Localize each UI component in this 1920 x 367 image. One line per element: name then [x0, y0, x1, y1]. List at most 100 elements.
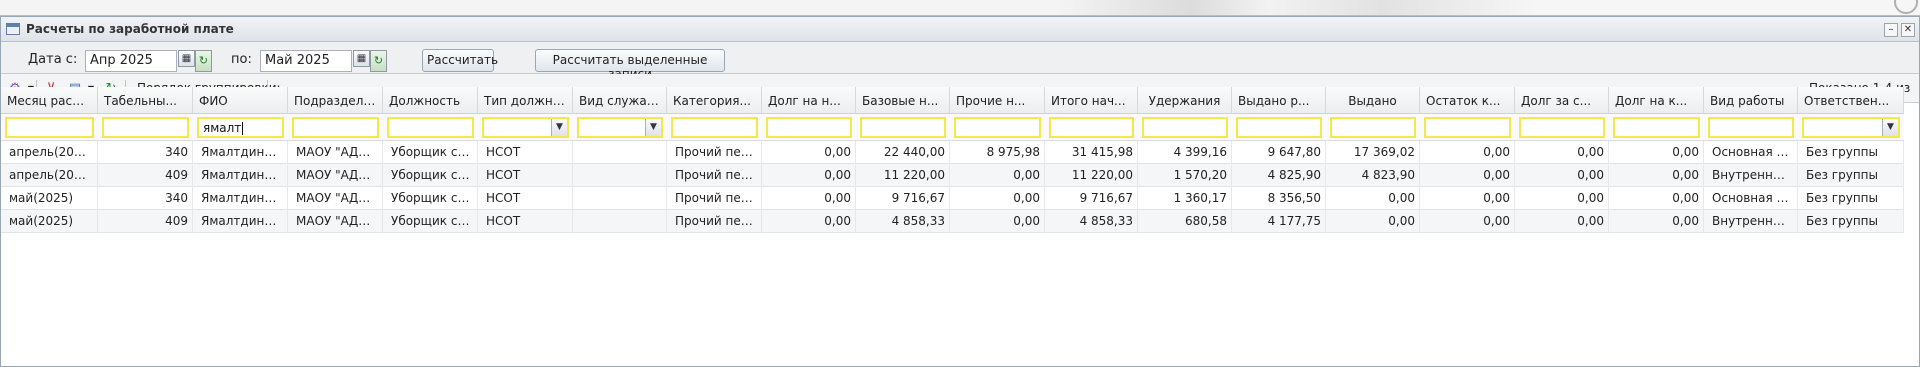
column-header[interactable]: Удержания — [1138, 87, 1232, 114]
column-filter-input[interactable] — [1049, 117, 1134, 138]
table-cell: 4 177,75 — [1232, 210, 1326, 233]
table-cell: МАОУ "АДЫ... — [288, 164, 383, 187]
table-cell: 9 647,80 — [1232, 141, 1326, 164]
column-header[interactable]: Выдано р... — [1232, 87, 1326, 114]
column-filter-input[interactable] — [954, 117, 1041, 138]
date-from-field[interactable]: Апр 2025 — [85, 50, 177, 72]
table-cell: 340 — [98, 187, 193, 210]
table-cell: 1 360,17 — [1138, 187, 1232, 210]
table-cell: 4 399,16 — [1138, 141, 1232, 164]
column-filter-input[interactable] — [387, 117, 474, 138]
table-cell: 0,00 — [762, 141, 856, 164]
table-row[interactable]: май(2025) 409 Ямалтдинов... МАОУ "АДЫ... Убо… — [1, 210, 1904, 233]
column-filter-input[interactable] — [766, 117, 852, 138]
calculate-selected-button[interactable]: Рассчитать выделенные записи — [535, 49, 725, 81]
table-cell: 0,00 — [1609, 210, 1704, 233]
table-cell: май(2025) — [1, 187, 98, 210]
table-cell: 0,00 — [762, 210, 856, 233]
column-header[interactable]: Месяц расче... — [1, 87, 98, 114]
chevron-down-icon[interactable]: ▼ — [1882, 119, 1898, 136]
column-filter-input[interactable] — [1142, 117, 1228, 138]
column-filter-input[interactable] — [671, 117, 758, 138]
column-header[interactable]: ФИО — [193, 87, 288, 114]
column-header[interactable]: Долг на н... — [762, 87, 856, 114]
table-cell: Внутреннее ... — [1704, 210, 1798, 233]
close-icon[interactable]: ✕ — [1901, 23, 1915, 37]
column-filter-input[interactable]: ▼ — [482, 117, 569, 138]
table-cell: 409 — [98, 210, 193, 233]
table-cell: 22 440,00 — [856, 141, 950, 164]
column-header[interactable]: Должность — [383, 87, 478, 114]
table-cell: Прочий перс... — [667, 164, 762, 187]
column-header[interactable]: Ответствен... — [1798, 87, 1904, 114]
table-cell: НСОТ — [478, 187, 573, 210]
refresh-date-icon[interactable]: ↻ — [370, 50, 387, 72]
table-cell: Основная ра... — [1704, 141, 1798, 164]
table-cell: 0,00 — [950, 164, 1045, 187]
column-header[interactable]: Остаток к... — [1420, 87, 1515, 114]
table-cell — [573, 141, 667, 164]
desktop-top-strip — [0, 0, 1920, 16]
table-row[interactable]: май(2025) 340 Ямалтдинов... МАОУ "АДЫ... Убо… — [1, 187, 1904, 210]
table-cell: Основная ра... — [1704, 187, 1798, 210]
calendar-icon[interactable]: ▦ — [178, 50, 195, 67]
column-header[interactable]: Итого нач... — [1045, 87, 1138, 114]
table-cell: 4 858,33 — [856, 210, 950, 233]
column-filter-input[interactable] — [1519, 117, 1605, 138]
column-header[interactable]: Табельны... — [98, 87, 193, 114]
table-cell: НСОТ — [478, 164, 573, 187]
table-cell — [573, 164, 667, 187]
chevron-down-icon[interactable]: ▼ — [645, 119, 661, 136]
calendar-icon[interactable]: ▦ — [353, 50, 370, 67]
table-cell: 4 825,90 — [1232, 164, 1326, 187]
table-cell: 9 716,67 — [1045, 187, 1138, 210]
column-filter-input[interactable] — [1613, 117, 1700, 138]
column-filter-input[interactable]: ▼ — [577, 117, 663, 138]
column-filter-input[interactable]: ▼ — [1802, 117, 1900, 138]
column-header[interactable]: Долг на к... — [1609, 87, 1704, 114]
table-cell: Ямалтдинов... — [193, 164, 288, 187]
table-row[interactable]: апрель(2025) 409 Ямалтдинов... МАОУ "АДЫ...… — [1, 164, 1904, 187]
column-header[interactable]: Базовые н... — [856, 87, 950, 114]
table-cell: 0,00 — [1326, 187, 1420, 210]
table-cell: Без группы — [1798, 141, 1904, 164]
table-cell: МАОУ "АДЫ... — [288, 187, 383, 210]
column-filter-input[interactable] — [292, 117, 379, 138]
refresh-date-icon[interactable]: ↻ — [195, 50, 212, 72]
column-filter-input[interactable] — [1330, 117, 1416, 138]
fio-filter-value: ямалт — [203, 121, 242, 135]
column-filter-input[interactable] — [860, 117, 946, 138]
column-filter-input[interactable] — [1424, 117, 1511, 138]
column-header[interactable]: Категория... — [667, 87, 762, 114]
minimize-icon[interactable]: – — [1884, 23, 1898, 37]
table-cell: 0,00 — [762, 164, 856, 187]
fio-filter-input[interactable]: ямалт — [197, 117, 284, 138]
table-cell: 9 716,67 — [856, 187, 950, 210]
column-filter-input[interactable] — [1236, 117, 1322, 138]
table-cell — [573, 210, 667, 233]
column-header[interactable]: Прочие н... — [950, 87, 1045, 114]
column-filter-input[interactable] — [1708, 117, 1794, 138]
table-row[interactable]: апрель(2025) 340 Ямалтдинов... МАОУ "АДЫ...… — [1, 141, 1904, 164]
column-header[interactable]: Подразделе... — [288, 87, 383, 114]
window-title: Расчеты по заработной плате — [26, 22, 234, 36]
chevron-down-icon[interactable]: ▼ — [551, 119, 567, 136]
table-cell: Без группы — [1798, 164, 1904, 187]
grid-filter-row: ямалт ▼ ▼ ▼ — [1, 114, 1904, 141]
column-filter-input[interactable] — [5, 117, 94, 138]
table-cell: май(2025) — [1, 210, 98, 233]
table-cell: 0,00 — [1420, 164, 1515, 187]
column-filter-input[interactable] — [102, 117, 189, 138]
column-header[interactable]: Долг за с... — [1515, 87, 1609, 114]
table-cell: 11 220,00 — [856, 164, 950, 187]
column-header[interactable]: Вид работы — [1704, 87, 1798, 114]
table-cell: апрель(2025) — [1, 164, 98, 187]
column-header[interactable]: Тип должно... — [478, 87, 573, 114]
column-header[interactable]: Вид служащ... — [573, 87, 667, 114]
date-to-field[interactable]: Май 2025 — [260, 50, 352, 72]
table-cell: Ямалтдинов... — [193, 187, 288, 210]
table-cell: МАОУ "АДЫ... — [288, 210, 383, 233]
column-header[interactable]: Выдано — [1326, 87, 1420, 114]
calculate-button[interactable]: Рассчитать — [422, 49, 498, 72]
table-cell: 409 — [98, 164, 193, 187]
